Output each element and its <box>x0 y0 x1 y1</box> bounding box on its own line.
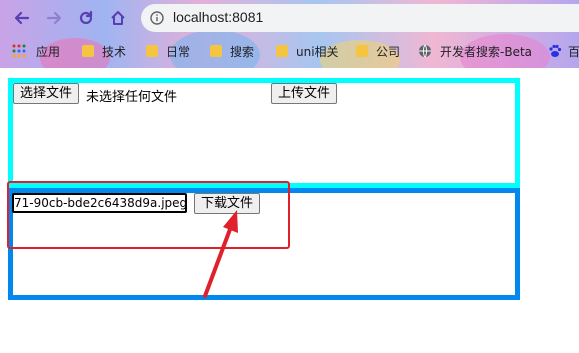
no-file-chosen-text: 未选择任何文件 <box>86 90 178 105</box>
arrow-right-icon <box>46 11 62 25</box>
bookmark-dev-search[interactable]: 开发者搜索-Beta <box>418 41 532 61</box>
bookmark-folder-tech[interactable]: 技术 <box>82 41 126 61</box>
bookmark-label: 搜索 <box>230 44 255 59</box>
bookmark-label: 公司 <box>376 44 401 59</box>
bookmark-folder-company[interactable]: 公司 <box>356 41 400 61</box>
home-icon <box>111 11 125 25</box>
folder-icon <box>82 45 94 57</box>
info-icon <box>150 11 164 25</box>
bookmarks-bar: 应用 技术 日常 搜索 uni相关 公司 开发者搜索-Beta 百 <box>0 37 579 65</box>
address-url: localhost:8081 <box>173 9 264 25</box>
bookmark-apps[interactable]: 应用 <box>12 41 60 61</box>
bookmark-label: 开发者搜索-Beta <box>440 44 533 59</box>
globe-icon <box>419 44 431 58</box>
bookmark-label: 日常 <box>166 44 191 59</box>
bookmark-label: 百 <box>568 44 579 59</box>
choose-file-button[interactable]: 选择文件 <box>13 83 80 104</box>
upload-button[interactable]: 上传文件 <box>271 83 338 104</box>
arrow-left-icon <box>14 11 30 25</box>
folder-icon <box>210 45 222 57</box>
upload-panel <box>8 78 520 188</box>
browser-chrome: localhost:8081 应用 技术 日常 搜索 uni相关 公司 开发者搜… <box>0 0 579 68</box>
back-button[interactable] <box>10 6 34 30</box>
reload-button[interactable] <box>74 6 98 30</box>
folder-icon <box>276 45 288 57</box>
reload-icon <box>79 10 93 25</box>
address-bar[interactable]: localhost:8081 <box>141 4 579 32</box>
bookmark-folder-daily[interactable]: 日常 <box>146 41 190 61</box>
baidu-paw-icon <box>549 44 562 57</box>
bookmark-label: uni相关 <box>296 44 339 59</box>
bookmark-label: 应用 <box>36 44 61 59</box>
home-button[interactable] <box>106 6 130 30</box>
bookmark-baidu[interactable]: 百 <box>548 41 579 61</box>
forward-button[interactable] <box>42 6 66 30</box>
browser-toolbar: localhost:8081 <box>0 0 579 36</box>
apps-grid-icon <box>12 44 26 58</box>
annotation-highlight-box <box>7 181 290 249</box>
folder-icon <box>356 45 368 57</box>
folder-icon <box>146 45 158 57</box>
bookmark-folder-search[interactable]: 搜索 <box>210 41 254 61</box>
bookmark-label: 技术 <box>102 44 127 59</box>
bookmark-folder-uni[interactable]: uni相关 <box>276 41 339 61</box>
